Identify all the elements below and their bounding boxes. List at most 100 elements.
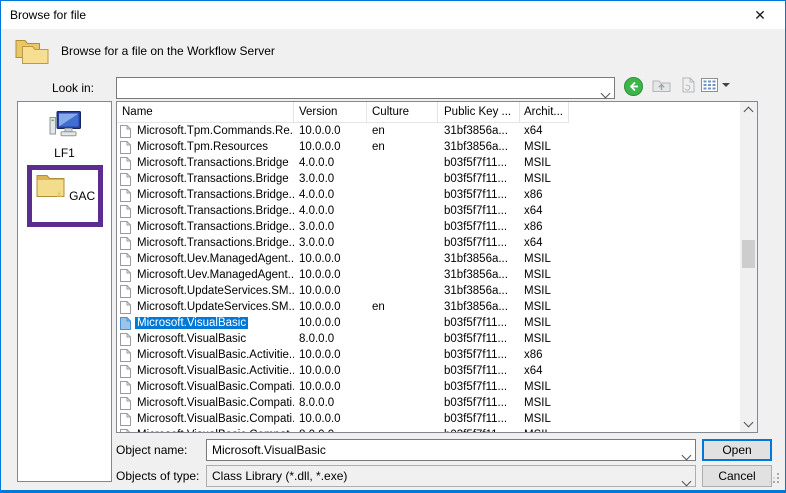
table-row[interactable]: Microsoft.Transactions.Bridge... 3.0.0.0… — [117, 219, 740, 235]
assembly-culture: en — [367, 125, 438, 137]
new-document-button[interactable] — [676, 77, 700, 99]
assembly-name: Microsoft.Tpm.Resources — [135, 141, 270, 153]
assembly-public-key: b03f5f7f11... — [438, 205, 520, 217]
column-header-architecture[interactable]: Archit... — [520, 102, 569, 123]
chevron-down-icon — [602, 86, 609, 100]
table-row[interactable]: Microsoft.VisualBasic.Compat... 8.0.0.0 … — [117, 427, 740, 432]
assembly-public-key: b03f5f7f11... — [438, 333, 520, 345]
place-item-lf1[interactable]: LF1 — [18, 110, 111, 160]
file-icon — [120, 413, 131, 426]
assembly-name: Microsoft.VisualBasic.Compat... — [135, 429, 294, 432]
assembly-version: 8.0.0.0 — [294, 397, 367, 409]
place-label: GAC — [69, 189, 95, 203]
back-button[interactable] — [621, 77, 645, 99]
file-icon — [120, 221, 131, 234]
up-one-level-button[interactable] — [649, 77, 673, 99]
table-row[interactable]: Microsoft.Transactions.Bridge... 4.0.0.0… — [117, 203, 740, 219]
table-row[interactable]: Microsoft.Transactions.Bridge 4.0.0.0 b0… — [117, 155, 740, 171]
assembly-public-key: 31bf3856a... — [438, 253, 520, 265]
assembly-version: 3.0.0.0 — [294, 173, 367, 185]
table-row[interactable]: Microsoft.VisualBasic.Compati... 8.0.0.0… — [117, 395, 740, 411]
file-icon — [120, 317, 131, 330]
scrollbar-thumb[interactable] — [742, 240, 755, 268]
assembly-version: 3.0.0.0 — [294, 221, 367, 233]
file-icon — [120, 285, 131, 298]
assembly-name: Microsoft.VisualBasic.Compati... — [135, 413, 294, 425]
column-header-filler — [569, 102, 740, 123]
file-list-header: Name Version Culture Public Key ... Arch… — [117, 102, 740, 123]
vertical-scrollbar[interactable] — [740, 102, 757, 432]
assembly-version: 10.0.0.0 — [294, 301, 367, 313]
assembly-name: Microsoft.Transactions.Bridge — [135, 173, 291, 185]
table-row[interactable]: Microsoft.UpdateServices.SM... 10.0.0.0 … — [117, 283, 740, 299]
assembly-version: 3.0.0.0 — [294, 237, 367, 249]
table-row[interactable]: Microsoft.UpdateServices.SM... 10.0.0.0 … — [117, 299, 740, 315]
place-item-gac[interactable]: GAC — [32, 172, 98, 203]
table-row[interactable]: Microsoft.VisualBasic 8.0.0.0 b03f5f7f11… — [117, 331, 740, 347]
column-header-version[interactable]: Version — [294, 102, 367, 123]
scroll-down-icon[interactable] — [740, 415, 757, 432]
assembly-version: 10.0.0.0 — [294, 317, 367, 329]
column-header-name[interactable]: Name — [117, 102, 294, 123]
assembly-architecture: MSIL — [520, 157, 569, 169]
assembly-architecture: x64 — [520, 125, 569, 137]
cancel-button[interactable]: Cancel — [702, 465, 772, 487]
assembly-version: 10.0.0.0 — [294, 125, 367, 137]
gac-highlight-box: GAC — [27, 165, 103, 227]
assembly-public-key: b03f5f7f11... — [438, 413, 520, 425]
table-row[interactable]: Microsoft.Transactions.Bridge... 3.0.0.0… — [117, 235, 740, 251]
browse-folders-icon — [14, 34, 50, 68]
scroll-up-icon[interactable] — [740, 102, 757, 119]
assembly-version: 10.0.0.0 — [294, 141, 367, 153]
file-list-rows: Microsoft.Tpm.Commands.Re... 10.0.0.0 en… — [117, 123, 740, 432]
table-row[interactable]: Microsoft.VisualBasic 10.0.0.0 b03f5f7f1… — [117, 315, 740, 331]
object-name-combobox[interactable]: Microsoft.VisualBasic — [206, 439, 696, 461]
assembly-architecture: MSIL — [520, 397, 569, 409]
column-header-public-key[interactable]: Public Key ... — [438, 102, 520, 123]
assembly-public-key: b03f5f7f11... — [438, 157, 520, 169]
column-header-culture[interactable]: Culture — [367, 102, 438, 123]
assembly-culture: en — [367, 141, 438, 153]
file-icon — [120, 253, 131, 266]
file-icon — [120, 349, 131, 362]
assembly-architecture: MSIL — [520, 381, 569, 393]
objects-of-type-combobox[interactable]: Class Library (*.dll, *.exe) — [206, 465, 696, 487]
computer-icon — [47, 110, 83, 141]
view-menu-caret-icon — [722, 83, 730, 87]
table-row[interactable]: Microsoft.VisualBasic.Compati... 10.0.0.… — [117, 379, 740, 395]
table-row[interactable]: Microsoft.VisualBasic.Activitie... 10.0.… — [117, 347, 740, 363]
places-sidebar: LF1 GAC — [17, 101, 112, 482]
assembly-architecture: x64 — [520, 365, 569, 377]
table-row[interactable]: Microsoft.Transactions.Bridge... 4.0.0.0… — [117, 187, 740, 203]
place-label: LF1 — [18, 146, 111, 160]
resize-grip[interactable] — [769, 473, 780, 487]
look-in-combobox[interactable] — [116, 77, 615, 99]
look-in-label: Look in: — [1, 77, 94, 99]
table-row[interactable]: Microsoft.Uev.ManagedAgent... 10.0.0.0 3… — [117, 267, 740, 283]
dialog-title: Browse for file — [10, 1, 86, 29]
assembly-name: Microsoft.VisualBasic.Compati... — [135, 397, 294, 409]
assembly-architecture: MSIL — [520, 173, 569, 185]
assembly-public-key: b03f5f7f11... — [438, 397, 520, 409]
assembly-version: 4.0.0.0 — [294, 157, 367, 169]
table-row[interactable]: Microsoft.Tpm.Resources 10.0.0.0 en 31bf… — [117, 139, 740, 155]
chevron-down-icon — [683, 448, 690, 462]
table-row[interactable]: Microsoft.Tpm.Commands.Re... 10.0.0.0 en… — [117, 123, 740, 139]
file-icon — [120, 189, 131, 202]
assembly-name: Microsoft.UpdateServices.SM... — [135, 301, 294, 313]
table-row[interactable]: Microsoft.VisualBasic.Activitie... 10.0.… — [117, 363, 740, 379]
assembly-version: 10.0.0.0 — [294, 413, 367, 425]
table-row[interactable]: Microsoft.Transactions.Bridge 3.0.0.0 b0… — [117, 171, 740, 187]
assembly-name: Microsoft.Uev.ManagedAgent... — [135, 269, 294, 281]
assembly-name: Microsoft.Transactions.Bridge... — [135, 221, 294, 233]
view-menu-button[interactable] — [698, 77, 732, 99]
folder-icon — [35, 172, 66, 200]
assembly-version: 10.0.0.0 — [294, 253, 367, 265]
open-button[interactable]: Open — [702, 439, 772, 461]
table-row[interactable]: Microsoft.VisualBasic.Compati... 10.0.0.… — [117, 411, 740, 427]
table-row[interactable]: Microsoft.Uev.ManagedAgent... 10.0.0.0 3… — [117, 251, 740, 267]
file-icon — [120, 381, 131, 394]
file-icon — [120, 125, 131, 138]
close-icon[interactable]: ✕ — [743, 1, 777, 29]
chevron-down-icon — [683, 474, 690, 488]
